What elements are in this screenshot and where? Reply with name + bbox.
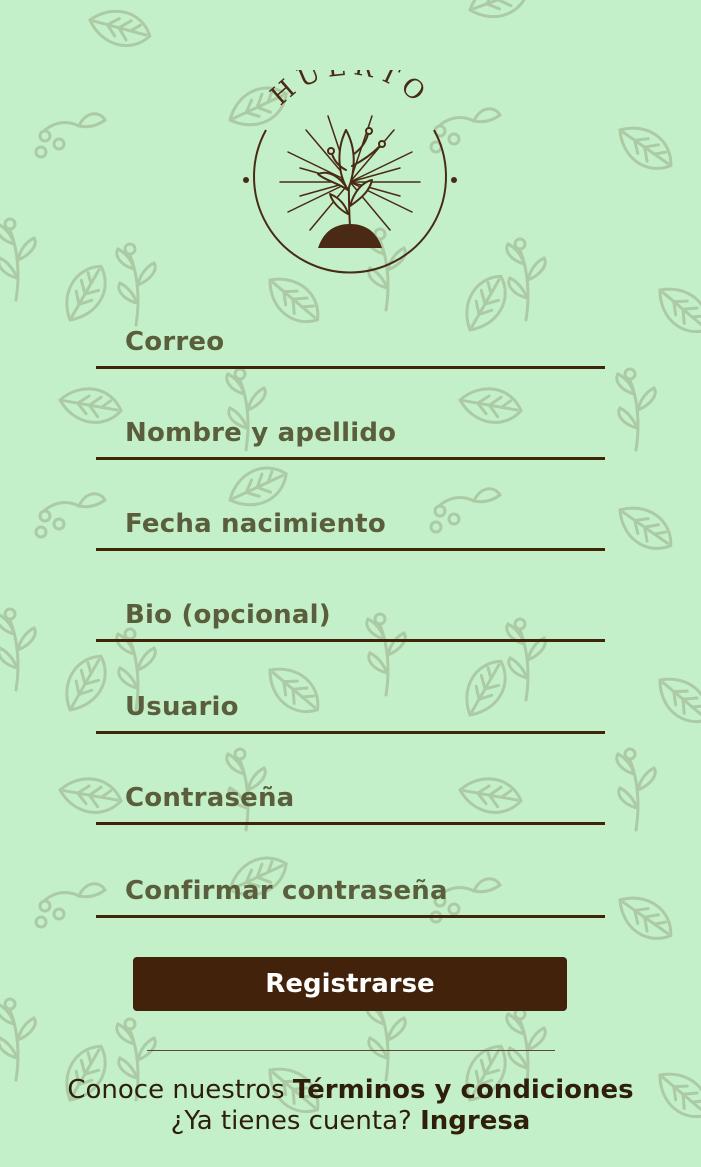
email-field[interactable]: Correo xyxy=(96,309,605,369)
huerto-logo: HUERTO xyxy=(243,70,457,274)
birth-date-field[interactable]: Fecha nacimiento xyxy=(96,491,605,551)
register-button[interactable]: Registrarse xyxy=(133,957,567,1011)
logo-text: HUERTO xyxy=(265,70,429,112)
full-name-label: Nombre y apellido xyxy=(125,418,397,448)
full-name-field[interactable]: Nombre y apellido xyxy=(96,400,605,460)
terms-link[interactable]: Términos y condiciones xyxy=(293,1075,634,1105)
terms-line: Conoce nuestros Términos y condiciones xyxy=(0,1075,701,1105)
svg-text:HUERTO: HUERTO xyxy=(265,70,435,112)
confirm-password-underline xyxy=(96,915,605,918)
terms-prefix: Conoce nuestros xyxy=(67,1075,285,1105)
password-label: Contraseña xyxy=(125,783,295,813)
login-prefix: ¿Ya tienes cuenta? xyxy=(170,1106,412,1136)
confirm-password-label: Confirmar contraseña xyxy=(125,876,448,906)
username-underline xyxy=(96,731,605,734)
password-field[interactable]: Contraseña xyxy=(96,765,605,825)
email-underline xyxy=(96,366,605,369)
username-label: Usuario xyxy=(125,692,239,722)
bio-underline xyxy=(96,639,605,642)
login-link[interactable]: Ingresa xyxy=(420,1106,530,1136)
full-name-underline xyxy=(96,457,605,460)
password-underline xyxy=(96,822,605,825)
bio-label: Bio (opcional) xyxy=(125,600,331,630)
bio-field[interactable]: Bio (opcional) xyxy=(96,582,605,642)
birth-date-label: Fecha nacimiento xyxy=(125,509,386,539)
confirm-password-field[interactable]: Confirmar contraseña xyxy=(96,858,605,918)
login-line: ¿Ya tienes cuenta? Ingresa xyxy=(0,1106,701,1136)
email-label: Correo xyxy=(125,327,225,357)
username-field[interactable]: Usuario xyxy=(96,674,605,734)
footer-divider xyxy=(147,1050,555,1051)
birth-date-underline xyxy=(96,548,605,551)
